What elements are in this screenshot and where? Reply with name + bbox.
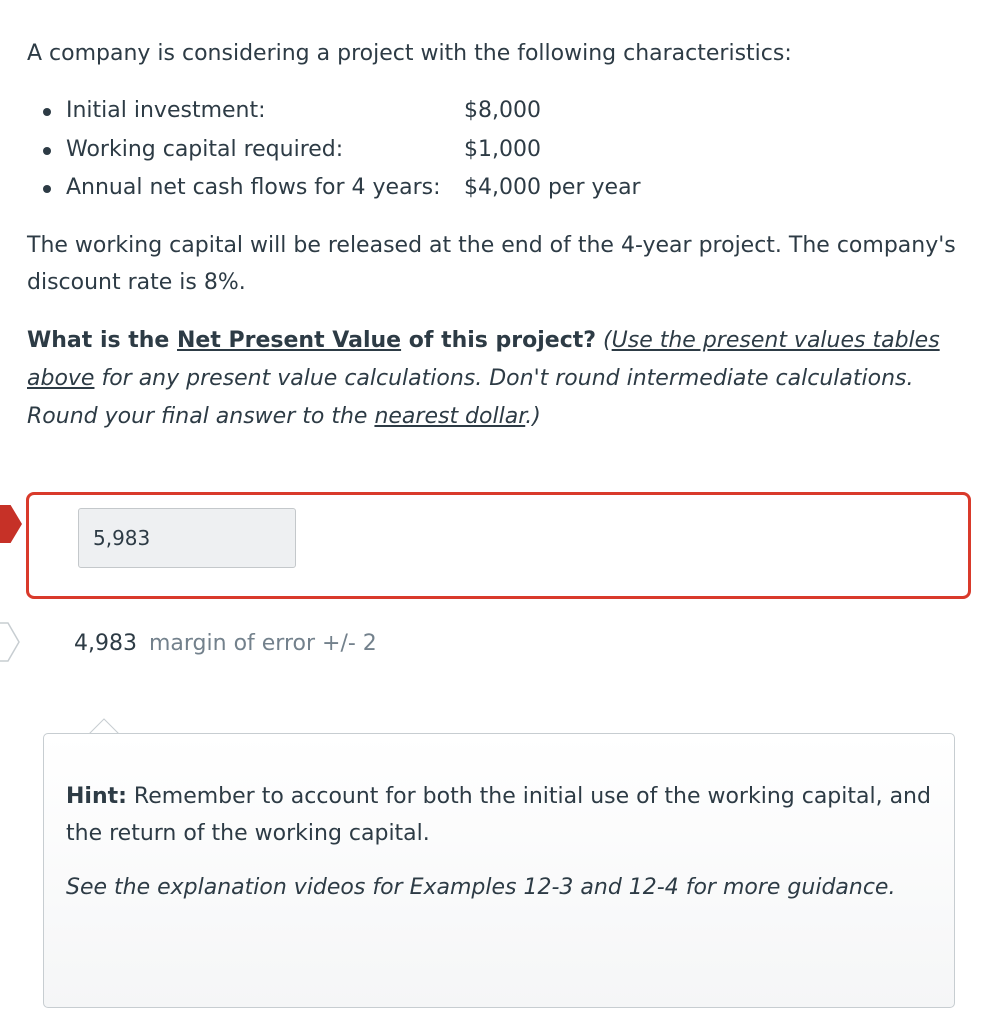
margin-of-error: margin of error +/- 2 [148,631,377,656]
correct-answer-value: 4,983 [74,631,137,656]
project-description: The working capital will be released at … [27,233,956,295]
answer-input[interactable]: 5,983 [78,508,296,568]
answer-container: 5,983 [26,492,971,599]
hint-text: Hint: Remember to account for both the i… [66,778,946,852]
hint-guidance: See the explanation videos for Examples … [66,875,896,900]
question-lead-text: What is the [27,328,178,353]
question-tail: of this project? [401,328,597,353]
quiz-question-page: A company is considering a project with … [0,0,991,1024]
hint-label: Hint: [66,784,127,809]
hint-body: Remember to account for both the initial… [66,784,931,846]
instr-close: .) [525,404,541,429]
incorrect-answer-marker-icon [0,505,22,543]
characteristic-value: $8,000 [464,98,541,123]
question-lead: What is the Net Present Value of this pr… [27,328,596,353]
correct-answer-marker-icon [0,622,20,662]
bullet-icon [43,185,51,193]
characteristic-label: Annual net cash flows for 4 years: [66,175,441,200]
bullet-icon [43,108,51,116]
instr-open: ( [596,328,612,353]
correct-answer: 4,983 margin of error +/- 2 [74,628,377,660]
characteristic-label: Working capital required: [66,136,344,162]
characteristic-value: $4,000 per year [464,175,641,200]
bullet-icon [43,146,51,155]
characteristic-value: $1,000 [464,136,541,162]
hint-box: Hint: Remember to account for both the i… [43,733,955,1008]
nearest-dollar-link[interactable]: nearest dollar [374,404,525,429]
question-intro: A company is considering a project with … [27,41,792,66]
characteristic-label: Initial investment: [66,98,266,123]
npv-link[interactable]: Net Present Value [177,328,401,353]
question-text: What is the Net Present Value of this pr… [27,322,972,436]
